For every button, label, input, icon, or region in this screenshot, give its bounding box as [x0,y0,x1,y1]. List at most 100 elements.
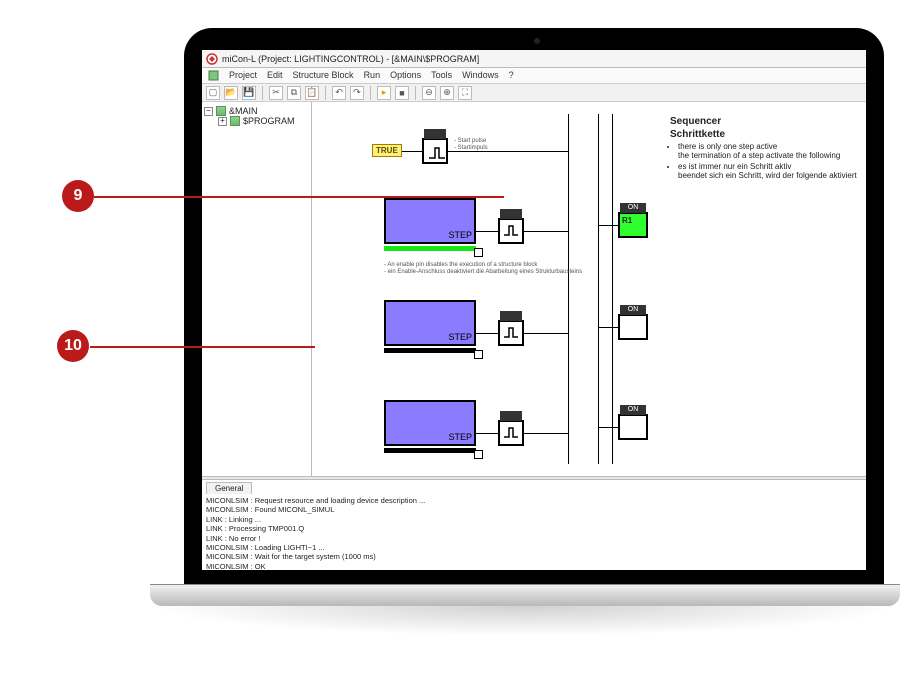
step-enable-bar [384,448,476,453]
menu-project[interactable]: Project [229,70,257,81]
block-header [424,129,446,139]
menu-structure-block[interactable]: Structure Block [293,70,354,81]
doc-bullet: es ist immer nur ein Schritt aktiv beend… [678,162,862,180]
menu-windows[interactable]: Windows [462,70,499,81]
step-block-3[interactable]: STEP [384,400,476,446]
tool-zoomout-icon[interactable]: ⊖ [422,86,436,100]
action-block-2[interactable]: ON [618,314,648,340]
callout-line-10 [90,346,315,348]
tool-new-icon[interactable]: ▢ [206,86,220,100]
wire [524,433,568,434]
expand-icon[interactable]: + [218,117,227,126]
titlebar: miCon-L (Project: LIGHTINGCONTROL) - [&M… [202,50,866,68]
console-tab-general[interactable]: General [206,482,252,494]
callout-number: 9 [74,187,83,205]
wire [612,114,613,464]
step-block-2[interactable]: STEP [384,300,476,346]
tree-root[interactable]: − &MAIN [204,106,309,116]
callout-badge-10: 10 [57,330,89,362]
doc-text: es ist immer nur ein Schritt aktiv [678,162,791,171]
step-block-1[interactable]: STEP [384,198,476,244]
laptop-shadow [150,606,900,636]
transition-block-3[interactable] [498,420,524,446]
tool-zoomin-icon[interactable]: ⊕ [440,86,454,100]
doc-pane: Sequencer Schrittkette there is only one… [666,112,866,186]
menu-edit[interactable]: Edit [267,70,283,81]
console-lines: MICONLSIM : Request resource and loading… [206,496,862,570]
console-line: MICONLSIM : OK [206,562,862,570]
console-line: MICONLSIM : Request resource and loading… [206,496,862,505]
menu-run[interactable]: Run [364,70,381,81]
doc-text: beendet sich ein Schritt, wird der folge… [678,171,857,180]
tool-open-icon[interactable]: 📂 [224,86,238,100]
menu-help[interactable]: ? [509,70,514,81]
wire [476,231,498,232]
toolbar: ▢ 📂 💾 ✂ ⧉ 📋 ↶ ↷ ▸ ■ ⊖ ⊕ ⛶ [202,84,866,102]
callout-line-9 [94,196,504,198]
tool-save-icon[interactable]: 💾 [242,86,256,100]
tool-undo-icon[interactable]: ↶ [332,86,346,100]
step-port[interactable] [474,248,483,257]
block-icon [216,106,226,116]
wire [476,433,498,434]
app-icon [206,53,218,65]
transition-block-1[interactable] [498,218,524,244]
wire [448,151,568,152]
tree-root-label: &MAIN [229,106,258,116]
block-header: ON [620,305,646,315]
wire [524,333,568,334]
wire [598,327,618,328]
doc-title-de: Schrittkette [670,129,862,140]
menu-options[interactable]: Options [390,70,421,81]
block-header [500,209,522,219]
tree-child-label: $PROGRAM [243,116,295,126]
step-port[interactable] [474,450,483,459]
laptop-frame: miCon-L (Project: LIGHTINGCONTROL) - [&M… [184,28,884,586]
start-pulse-caption: - Start pulse - Startimpuls [454,138,524,151]
step-port[interactable] [474,350,483,359]
tool-cut-icon[interactable]: ✂ [269,86,283,100]
console-line: LINK : Processing TMP001.Q [206,524,862,533]
action-block-3[interactable]: ON [618,414,648,440]
output-console: General MICONLSIM : Request resource and… [202,480,866,570]
doc-title-en: Sequencer [670,116,862,127]
diagram-canvas[interactable]: TRUE - Start pulse - Startimpuls STEP [312,102,866,476]
tool-copy-icon[interactable]: ⧉ [287,86,301,100]
console-line: MICONLSIM : Wait for the target system (… [206,552,862,561]
wire [402,151,422,152]
step-enable-bar [384,246,476,251]
tool-redo-icon[interactable]: ↷ [350,86,364,100]
tool-stop-icon[interactable]: ■ [395,86,409,100]
project-tree[interactable]: − &MAIN + $PROGRAM [202,102,312,476]
toolbar-sep [262,86,263,100]
step-label: STEP [448,332,472,342]
toolbar-sep [325,86,326,100]
tool-run-icon[interactable]: ▸ [377,86,391,100]
wire [598,114,599,464]
action-block-1[interactable]: ON R1 [618,212,648,238]
expand-icon[interactable]: − [204,107,213,116]
block-header: ON [620,203,646,213]
doc-bullet: there is only one step active the termin… [678,142,862,160]
step-enable-bar [384,348,476,353]
console-line: LINK : No error ! [206,534,862,543]
true-constant[interactable]: TRUE [372,144,402,157]
toolbar-sep [370,86,371,100]
step-note: - An enable pin disables the execution o… [384,262,604,275]
tool-fit-icon[interactable]: ⛶ [458,86,472,100]
window-title: miCon-L (Project: LIGHTINGCONTROL) - [&M… [222,54,479,64]
menu-tools[interactable]: Tools [431,70,452,81]
start-pulse-block[interactable] [422,138,448,164]
tree-child[interactable]: + $PROGRAM [204,116,309,126]
block-header [500,311,522,321]
step-label: STEP [448,230,472,240]
action-label: R1 [622,216,632,225]
toolbar-sep [415,86,416,100]
tool-paste-icon[interactable]: 📋 [305,86,319,100]
menubar: Project Edit Structure Block Run Options… [202,68,866,84]
wire [598,427,618,428]
console-line: LINK : Linking ... [206,515,862,524]
block-header: ON [620,405,646,415]
block-header [500,411,522,421]
transition-block-2[interactable] [498,320,524,346]
